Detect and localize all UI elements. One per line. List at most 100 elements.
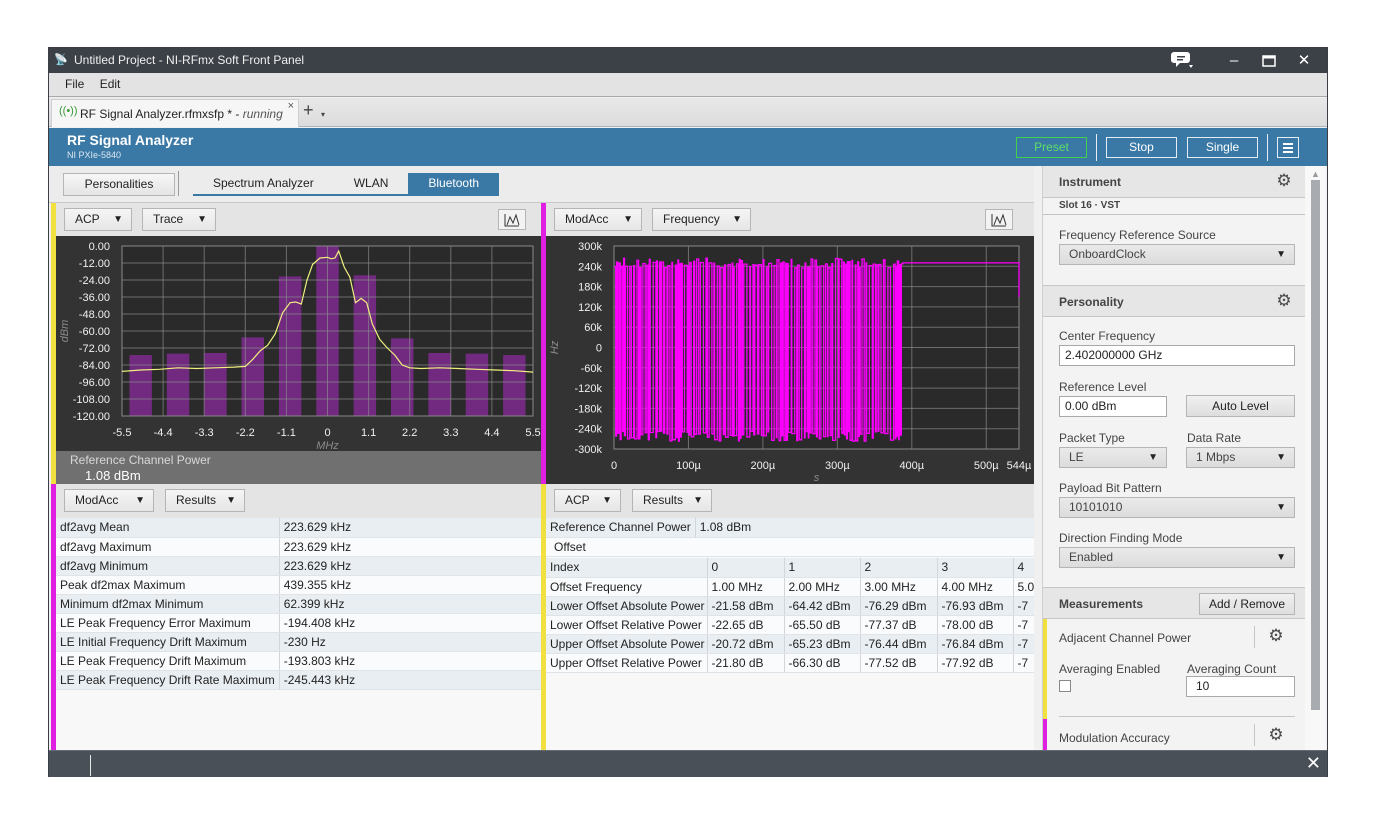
graph-options-icon[interactable]	[985, 209, 1013, 230]
modacc-measurement-title: Modulation Accuracy	[1059, 731, 1170, 745]
y-tick-label: 240k	[578, 261, 602, 273]
gear-icon[interactable]: ⚙	[1275, 172, 1293, 190]
ref-power-value: 1.08 dBm	[694, 518, 1034, 538]
add-remove-button[interactable]: Add / Remove	[1199, 593, 1295, 615]
table-cell: 1	[783, 558, 860, 578]
device-name: NI PXIe-5840	[67, 150, 122, 160]
result-value: 439.355 kHz	[278, 575, 541, 595]
window-title: Untitled Project - NI-RFmx Soft Front Pa…	[74, 53, 305, 67]
title-bar: 📡 Untitled Project - NI-RFmx Soft Front …	[49, 48, 1327, 73]
averaging-count-input[interactable]: 10	[1186, 676, 1295, 697]
modacc-results-panel: ModAcc ▼ Results ▼ df2avg Mean 223.629 kHz d…	[51, 484, 541, 750]
table-cell: -20.72 dBm	[706, 634, 784, 654]
table-cell: -76.93 dBm	[936, 596, 1013, 616]
y-tick-label: -48.00	[79, 309, 110, 321]
data-rate-select[interactable]: 1 Mbps ▼	[1186, 447, 1295, 468]
packet-type-select[interactable]: LE ▼	[1059, 447, 1167, 468]
result-label: Peak df2max Maximum	[56, 575, 280, 595]
channel-power-bar	[166, 353, 190, 416]
view-dropdown[interactable]: Frequency ▼	[652, 208, 751, 231]
view-dropdown[interactable]: Trace ▼	[142, 208, 216, 231]
tab-spectrum-analyzer[interactable]: Spectrum Analyzer	[193, 173, 334, 194]
modacc-frequency-svg: 300k 240k 180k 120k 60k 0 -60k -120k -180k -240k -…	[549, 241, 1032, 484]
gear-icon[interactable]: ⚙	[1267, 627, 1285, 645]
table-cell: -21.58 dBm	[706, 596, 784, 616]
preset-button[interactable]: Preset	[1016, 137, 1087, 158]
y-tick-label: 0	[596, 343, 602, 355]
feedback-icon[interactable]	[1167, 50, 1197, 72]
close-button[interactable]: ✕	[1289, 50, 1319, 72]
y-tick-label: -84.00	[79, 360, 110, 372]
row-header: Offset Frequency	[546, 577, 707, 597]
direction-finding-select[interactable]: Enabled ▼	[1059, 547, 1295, 568]
acp-spectrum-svg: 0.00 -12.00 -24.00 -36.00 -48.00 -60.00 -72.00…	[59, 241, 541, 452]
offset-header: Offset	[546, 537, 1034, 557]
hamburger-menu-icon[interactable]	[1277, 137, 1299, 158]
document-tab-strip: ((•)) RF Signal Analyzer.rfmxsfp * - run…	[49, 98, 1327, 127]
single-button[interactable]: Single	[1187, 137, 1258, 158]
averaging-enabled-checkbox[interactable]	[1059, 680, 1071, 692]
center-frequency-input[interactable]: 2.402000000 GHz	[1059, 345, 1295, 366]
tab-bluetooth[interactable]: Bluetooth	[408, 173, 500, 194]
stop-button[interactable]: Stop	[1106, 137, 1177, 158]
panel-toolbar: ModAcc ▼ Frequency ▼	[546, 203, 1034, 236]
x-axis-label: s	[814, 472, 820, 484]
auto-level-button[interactable]: Auto Level	[1186, 395, 1295, 417]
result-value: -245.443 kHz	[278, 670, 541, 690]
vertical-scrollbar[interactable]: ▲	[1305, 166, 1326, 750]
y-tick-label: -108.00	[73, 394, 110, 406]
averaging-count-label: Averaging Count	[1187, 662, 1277, 676]
measurement-dropdown[interactable]: ModAcc ▼	[64, 489, 154, 512]
tab-wlan[interactable]: WLAN	[334, 173, 409, 194]
scroll-up-icon[interactable]: ▲	[1311, 169, 1320, 179]
tab-close-icon[interactable]: ×	[288, 100, 294, 112]
divider	[1254, 724, 1255, 746]
table-row: Minimum df2max Minimum 62.399 kHz	[56, 594, 541, 614]
table-cell: 4	[1012, 558, 1034, 578]
menu-file[interactable]: File	[59, 73, 90, 95]
maximize-button[interactable]	[1254, 50, 1284, 72]
acp-results-panel: ACP ▼ Results ▼ Reference Channel Power 1.…	[541, 484, 1034, 750]
gear-icon[interactable]: ⚙	[1267, 726, 1285, 744]
minimize-button[interactable]: –	[1219, 50, 1249, 72]
freq-ref-select[interactable]: OnboardClock ▼	[1059, 244, 1295, 265]
personality-tabs: Spectrum Analyzer WLAN Bluetooth	[193, 173, 500, 196]
acp-spectrum-chart[interactable]: 0.00 -12.00 -24.00 -36.00 -48.00 -60.00 -72.00…	[56, 236, 541, 454]
table-cell: -76.44 dBm	[859, 634, 937, 654]
table-row: Lower Offset Absolute Power -21.58 dBm -64…	[546, 596, 1034, 616]
settings-panel: Instrument ⚙ Slot 16 · VST Frequency Ref…	[1042, 166, 1326, 750]
x-tick-label: 0	[324, 427, 330, 439]
personalities-button[interactable]: Personalities	[63, 173, 175, 196]
table-cell: 3.00 MHz	[859, 577, 937, 597]
view-dropdown[interactable]: Results ▼	[632, 489, 712, 512]
new-tab-dropdown-icon[interactable]: ▾	[321, 110, 325, 119]
scrollbar-thumb[interactable]	[1311, 180, 1320, 710]
table-cell: -77.52 dB	[859, 653, 937, 673]
channel-power-bar	[503, 355, 526, 416]
modacc-results-table: df2avg Mean 223.629 kHz df2avg Maximum 223.…	[56, 518, 541, 690]
y-tick-label: -60k	[581, 363, 603, 375]
measurement-dropdown[interactable]: ModAcc ▼	[554, 208, 642, 231]
graph-options-icon[interactable]	[498, 209, 526, 230]
x-tick-label: -2.2	[236, 427, 255, 439]
menu-edit[interactable]: Edit	[94, 73, 127, 95]
measurement-dropdown[interactable]: ACP ▼	[64, 208, 132, 231]
measurement-dropdown[interactable]: ACP ▼	[554, 489, 621, 512]
instrument-section-header: Instrument ⚙	[1043, 166, 1305, 198]
app-window: 📡 Untitled Project - NI-RFmx Soft Front …	[48, 47, 1328, 777]
payload-pattern-select[interactable]: 10101010 ▼	[1059, 497, 1295, 518]
channel-power-bar	[465, 353, 489, 416]
document-tab[interactable]: ((•)) RF Signal Analyzer.rfmxsfp * - run…	[51, 99, 299, 127]
view-dropdown[interactable]: Results ▼	[165, 489, 245, 512]
table-cell: -78.00 dB	[936, 615, 1013, 635]
section-title: Personality	[1059, 295, 1124, 309]
result-value: 223.629 kHz	[278, 556, 541, 576]
reference-level-input[interactable]: 0.00 dBm	[1059, 396, 1167, 417]
close-panel-icon[interactable]: ✕	[1306, 753, 1321, 774]
x-tick-label: 544µ	[1007, 460, 1032, 472]
modacc-frequency-chart[interactable]: 300k 240k 180k 120k 60k 0 -60k -120k -180k -240k -…	[546, 236, 1034, 484]
gear-icon[interactable]: ⚙	[1275, 292, 1293, 310]
new-tab-button[interactable]: +	[303, 100, 314, 121]
result-value: 62.399 kHz	[278, 594, 541, 614]
y-tick-label: 120k	[578, 302, 602, 314]
